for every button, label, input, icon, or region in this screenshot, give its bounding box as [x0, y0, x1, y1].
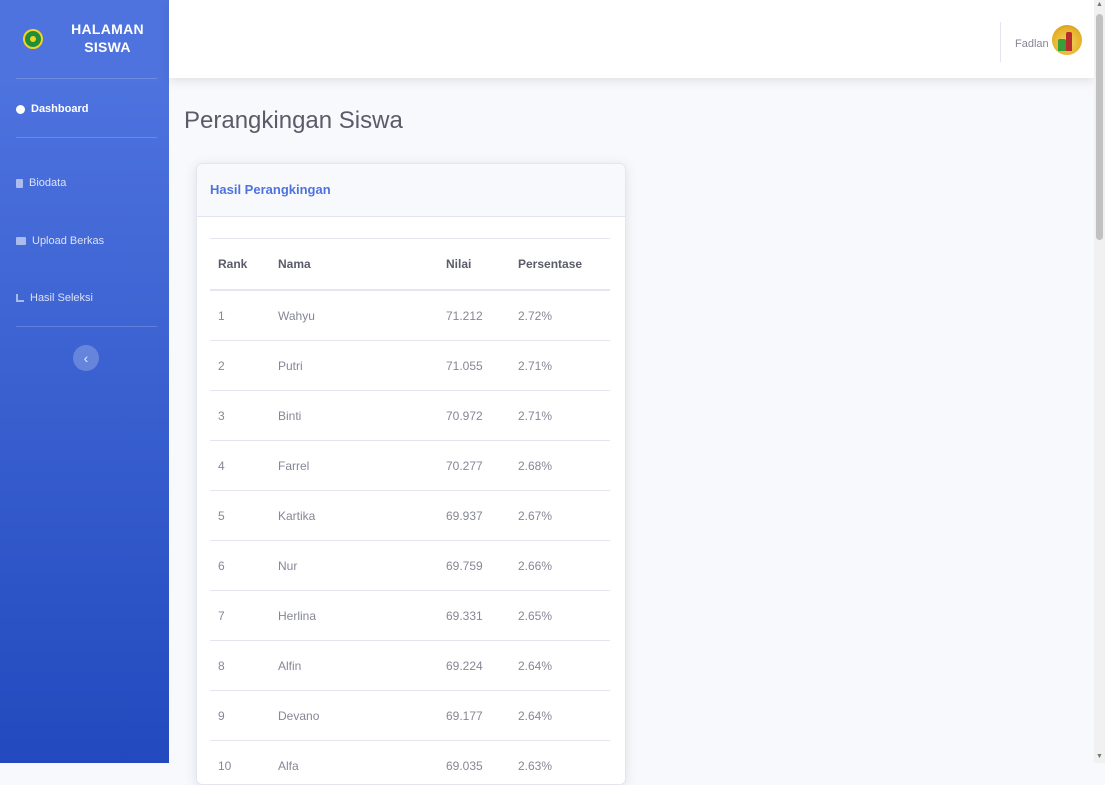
cell-persentase: 2.66% — [510, 541, 610, 591]
cell-persentase: 2.68% — [510, 441, 610, 491]
cell-persentase: 2.72% — [510, 290, 610, 341]
chart-icon — [16, 294, 24, 302]
cell-persentase: 2.67% — [510, 491, 610, 541]
column-header-persentase: Persentase — [510, 239, 610, 291]
cell-nama: Kartika — [270, 491, 438, 541]
table-row: 2Putri71.0552.71% — [210, 341, 610, 391]
cell-nama: Nur — [270, 541, 438, 591]
topbar: Fadlan — [169, 0, 1094, 78]
cell-rank: 9 — [210, 691, 270, 741]
cell-persentase: 2.71% — [510, 341, 610, 391]
sidebar-divider — [16, 137, 157, 138]
sidebar-item-label: Hasil Seleksi — [30, 292, 93, 304]
table-row: 5Kartika69.9372.67% — [210, 491, 610, 541]
cell-nilai: 69.177 — [438, 691, 510, 741]
topbar-divider — [1000, 22, 1001, 62]
sidebar-divider — [16, 326, 157, 327]
cell-nilai: 70.277 — [438, 441, 510, 491]
table-row: 6Nur69.7592.66% — [210, 541, 610, 591]
brand-title[interactable]: HALAMAN SISWA — [60, 20, 155, 56]
ranking-card: Hasil Perangkingan Rank Nama Nilai Perse… — [196, 163, 626, 785]
chevron-left-icon: ‹ — [84, 350, 89, 366]
sidebar-item-label: Upload Berkas — [32, 235, 104, 247]
scrollbar-thumb[interactable] — [1096, 14, 1103, 240]
folder-icon — [16, 237, 26, 245]
table-row: 8Alfin69.2242.64% — [210, 641, 610, 691]
cell-nilai: 69.759 — [438, 541, 510, 591]
cell-persentase: 2.71% — [510, 391, 610, 441]
cell-persentase: 2.65% — [510, 591, 610, 641]
cell-persentase: 2.64% — [510, 691, 610, 741]
sidebar-item-biodata[interactable]: Biodata — [16, 177, 66, 189]
table-row: 7Herlina69.3312.65% — [210, 591, 610, 641]
user-name[interactable]: Fadlan — [1015, 38, 1049, 50]
cell-nilai: 71.055 — [438, 341, 510, 391]
cell-rank: 1 — [210, 290, 270, 341]
table-row: 9Devano69.1772.64% — [210, 691, 610, 741]
school-logo-icon[interactable] — [23, 29, 43, 49]
cell-nilai: 71.212 — [438, 290, 510, 341]
cell-nama: Binti — [270, 391, 438, 441]
cell-rank: 6 — [210, 541, 270, 591]
table-row: 1Wahyu71.2122.72% — [210, 290, 610, 341]
column-header-rank: Rank — [210, 239, 270, 291]
cell-rank: 8 — [210, 641, 270, 691]
cell-nama: Devano — [270, 691, 438, 741]
dashboard-icon — [16, 105, 25, 114]
cell-rank: 4 — [210, 441, 270, 491]
cell-nama: Herlina — [270, 591, 438, 641]
card-title: Hasil Perangkingan — [210, 182, 331, 197]
page-title: Perangkingan Siswa — [184, 107, 403, 135]
sidebar-item-upload-berkas[interactable]: Upload Berkas — [16, 235, 104, 247]
card-header: Hasil Perangkingan — [197, 164, 625, 217]
cell-rank: 2 — [210, 341, 270, 391]
cell-nama: Wahyu — [270, 290, 438, 341]
table-row: 3Binti70.9722.71% — [210, 391, 610, 441]
sidebar-divider — [16, 78, 157, 79]
sidebar-toggle-button[interactable]: ‹ — [73, 345, 99, 371]
user-avatar[interactable] — [1052, 25, 1082, 55]
cell-persentase: 2.64% — [510, 641, 610, 691]
cell-rank: 3 — [210, 391, 270, 441]
column-header-nilai: Nilai — [438, 239, 510, 291]
page-scrollbar[interactable]: ▲ ▼ — [1094, 0, 1105, 763]
ranking-table: Rank Nama Nilai Persentase 1Wahyu71.2122… — [210, 238, 610, 785]
file-icon — [16, 179, 23, 188]
cell-nama: Farrel — [270, 441, 438, 491]
cell-nilai: 69.937 — [438, 491, 510, 541]
cell-nilai: 69.331 — [438, 591, 510, 641]
table-row: 4Farrel70.2772.68% — [210, 441, 610, 491]
sidebar-item-label: Dashboard — [31, 103, 88, 115]
cell-rank: 7 — [210, 591, 270, 641]
column-header-nama: Nama — [270, 239, 438, 291]
scroll-down-arrow-icon[interactable]: ▼ — [1096, 752, 1103, 762]
cell-rank: 5 — [210, 491, 270, 541]
cell-nilai: 70.972 — [438, 391, 510, 441]
table-header-row: Rank Nama Nilai Persentase — [210, 239, 610, 291]
cell-nama: Putri — [270, 341, 438, 391]
scroll-up-arrow-icon[interactable]: ▲ — [1096, 0, 1103, 10]
sidebar-item-hasil-seleksi[interactable]: Hasil Seleksi — [16, 292, 93, 304]
sidebar: HALAMAN SISWA Dashboard Biodata Upload B… — [0, 0, 169, 763]
cell-nama: Alfin — [270, 641, 438, 691]
sidebar-item-label: Biodata — [29, 177, 66, 189]
sidebar-item-dashboard[interactable]: Dashboard — [16, 103, 88, 115]
cell-nilai: 69.224 — [438, 641, 510, 691]
